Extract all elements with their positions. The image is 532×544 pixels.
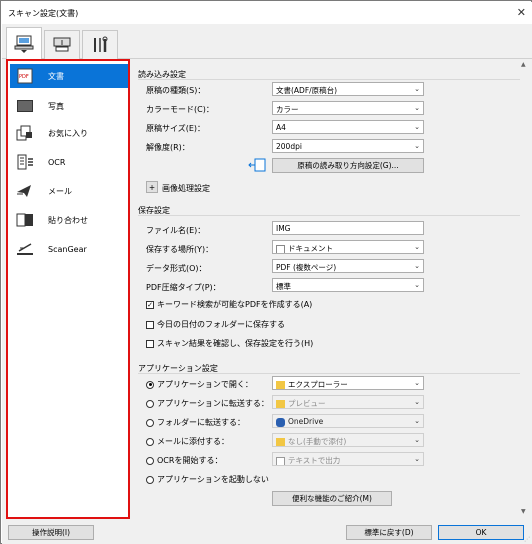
chevron-down-icon: ⌄ bbox=[414, 455, 420, 463]
tab-scan-from-computer[interactable] bbox=[6, 27, 42, 60]
attach-to-mail-select[interactable]: なし(手動で添付) ⌄ bbox=[272, 433, 424, 447]
sidebar-item-label: 写真 bbox=[48, 101, 64, 111]
send-to-app-select[interactable]: プレビュー ⌄ bbox=[272, 395, 424, 409]
save-location-label: 保存する場所(Y)： bbox=[146, 245, 214, 254]
divider bbox=[138, 79, 521, 80]
sidebar-item-label: ScanGear bbox=[48, 244, 87, 254]
color-mode-label: カラーモード(C)： bbox=[146, 105, 214, 114]
attach-to-mail-radio[interactable]: メールに添付する： bbox=[146, 436, 229, 447]
tab-general-settings[interactable] bbox=[82, 30, 118, 59]
sidebar-item-photo[interactable]: 写真 bbox=[10, 94, 128, 118]
send-to-app-radio[interactable]: アプリケーションに転送する： bbox=[146, 398, 269, 409]
resolution-label: 解像度(R)： bbox=[146, 143, 190, 152]
chevron-down-icon: ⌄ bbox=[414, 281, 420, 289]
save-location-select[interactable]: ドキュメント ⌄ bbox=[272, 240, 424, 254]
sidebar-item-label: お気に入り bbox=[48, 128, 88, 138]
useful-features-button[interactable]: 便利な機能のご紹介(M) bbox=[272, 491, 392, 506]
close-icon[interactable]: ✕ bbox=[517, 6, 526, 19]
divider bbox=[138, 215, 521, 216]
paper-size-label: 原稿サイズ(E)： bbox=[146, 124, 206, 133]
restore-defaults-button[interactable]: 標準に戻す(D) bbox=[346, 525, 432, 540]
open-with-app-radio[interactable]: アプリケーションで開く： bbox=[146, 379, 253, 390]
send-to-folder-select[interactable]: OneDrive ⌄ bbox=[272, 414, 424, 428]
date-folder-checkbox[interactable]: 今日の日付のフォルダーに保存する bbox=[146, 319, 285, 330]
chevron-down-icon: ⌄ bbox=[414, 123, 420, 131]
tools-icon bbox=[94, 36, 108, 52]
tab-scan-from-panel[interactable] bbox=[44, 30, 80, 59]
svg-text:PDF: PDF bbox=[19, 74, 29, 80]
chevron-down-icon: ⌄ bbox=[414, 436, 420, 444]
start-ocr-select[interactable]: テキストで出力 ⌄ bbox=[272, 452, 424, 466]
chevron-down-icon: ⌄ bbox=[414, 417, 420, 425]
orientation-icon bbox=[248, 158, 266, 172]
chevron-down-icon: ⌄ bbox=[414, 142, 420, 150]
mail-folder-icon bbox=[276, 437, 285, 446]
document-pdf-icon: PDF bbox=[17, 68, 33, 84]
orientation-settings-button[interactable]: 原稿の読み取り方向設定(G)... bbox=[272, 158, 424, 173]
no-app-radio[interactable]: アプリケーションを起動しない bbox=[146, 474, 269, 485]
resolution-select[interactable]: 200dpi ⌄ bbox=[272, 139, 424, 153]
help-button[interactable]: 操作説明(I) bbox=[8, 525, 94, 540]
mail-icon bbox=[17, 185, 31, 197]
sidebar-item-document[interactable]: PDF 文書 bbox=[10, 64, 128, 88]
confirm-results-checkbox[interactable]: スキャン結果を確認し、保存設定を行う(H) bbox=[146, 338, 313, 349]
start-ocr-radio[interactable]: OCRを開始する： bbox=[146, 455, 222, 466]
sidebar-item-mail[interactable]: メール bbox=[10, 179, 128, 203]
footer-bar: 操作説明(I) 標準に戻す(D) OK ⋰ bbox=[2, 519, 532, 544]
paper-size-select[interactable]: A4 ⌄ bbox=[272, 120, 424, 134]
keyword-pdf-checkbox[interactable]: ✓ キーワード検索が可能なPDFを作成する(A) bbox=[146, 299, 312, 310]
divider bbox=[138, 373, 521, 374]
filename-label: ファイル名(E)： bbox=[146, 226, 206, 235]
data-format-label: データ形式(O)： bbox=[146, 264, 207, 273]
preview-folder-icon bbox=[276, 399, 285, 408]
sidebar-item-label: 文書 bbox=[48, 71, 64, 81]
scan-type-sidebar: PDF 文書 写真 お気に入り OCR メール 貼り合わせ ScanGear bbox=[6, 59, 130, 519]
chevron-down-icon: ⌄ bbox=[414, 398, 420, 406]
computer-scan-icon bbox=[14, 35, 34, 53]
pdf-compression-select[interactable]: 標準 ⌄ bbox=[272, 278, 424, 292]
source-select[interactable]: 文書(ADF/原稿台) ⌄ bbox=[272, 82, 424, 96]
scan-settings-window: スキャン設定(文書) ✕ PDF 文書 写真 お気に入り OCR メール 貼り合… bbox=[0, 0, 532, 544]
documents-folder-icon bbox=[276, 244, 285, 253]
resize-grip-icon[interactable]: ⋰ bbox=[524, 536, 530, 543]
sidebar-item-favorites[interactable]: お気に入り bbox=[10, 121, 128, 145]
sidebar-item-ocr[interactable]: OCR bbox=[10, 150, 128, 174]
chevron-down-icon: ⌄ bbox=[414, 243, 420, 251]
chevron-down-icon: ⌄ bbox=[414, 85, 420, 93]
scangear-icon bbox=[17, 243, 33, 255]
color-mode-select[interactable]: カラー ⌄ bbox=[272, 101, 424, 115]
stitch-icon bbox=[16, 213, 33, 227]
chevron-down-icon: ⌄ bbox=[414, 262, 420, 270]
window-title: スキャン設定(文書) bbox=[8, 9, 79, 18]
title-bar: スキャン設定(文書) ✕ bbox=[2, 2, 532, 24]
source-label: 原稿の種類(S)： bbox=[146, 86, 206, 95]
cloud-icon bbox=[276, 417, 285, 427]
sidebar-item-label: 貼り合わせ bbox=[48, 215, 88, 225]
send-to-folder-radio[interactable]: フォルダーに転送する： bbox=[146, 417, 245, 428]
sidebar-item-label: OCR bbox=[48, 157, 66, 167]
expand-image-processing-button[interactable]: + bbox=[146, 181, 158, 193]
data-format-select[interactable]: PDF (複数ページ) ⌄ bbox=[272, 259, 424, 273]
panel-scan-icon bbox=[53, 37, 71, 52]
chevron-down-icon: ⌄ bbox=[414, 379, 420, 387]
favorites-icon bbox=[16, 125, 32, 141]
scroll-up-icon[interactable]: ▲ bbox=[521, 61, 526, 68]
filename-input[interactable]: IMG bbox=[272, 221, 424, 235]
vertical-scrollbar[interactable]: ▲ ▼ bbox=[520, 61, 530, 515]
sidebar-item-scangear[interactable]: ScanGear bbox=[10, 237, 128, 261]
tab-bar bbox=[2, 24, 532, 60]
settings-panel: 読み込み設定 原稿の種類(S)： 文書(ADF/原稿台) ⌄ カラーモード(C)：… bbox=[138, 59, 521, 515]
ocr-icon bbox=[17, 154, 33, 170]
open-with-app-select[interactable]: エクスプローラー ⌄ bbox=[272, 376, 424, 390]
sidebar-item-label: メール bbox=[48, 186, 72, 196]
image-processing-label: 画像処理設定 bbox=[162, 184, 210, 193]
scroll-down-icon[interactable]: ▼ bbox=[521, 508, 526, 515]
ok-button[interactable]: OK bbox=[438, 525, 524, 540]
photo-icon bbox=[17, 100, 33, 112]
text-output-icon bbox=[276, 456, 285, 465]
pdf-compression-label: PDF圧縮タイプ(P)： bbox=[146, 283, 221, 292]
explorer-folder-icon bbox=[276, 380, 285, 389]
sidebar-item-stitch[interactable]: 貼り合わせ bbox=[10, 208, 128, 232]
chevron-down-icon: ⌄ bbox=[414, 104, 420, 112]
